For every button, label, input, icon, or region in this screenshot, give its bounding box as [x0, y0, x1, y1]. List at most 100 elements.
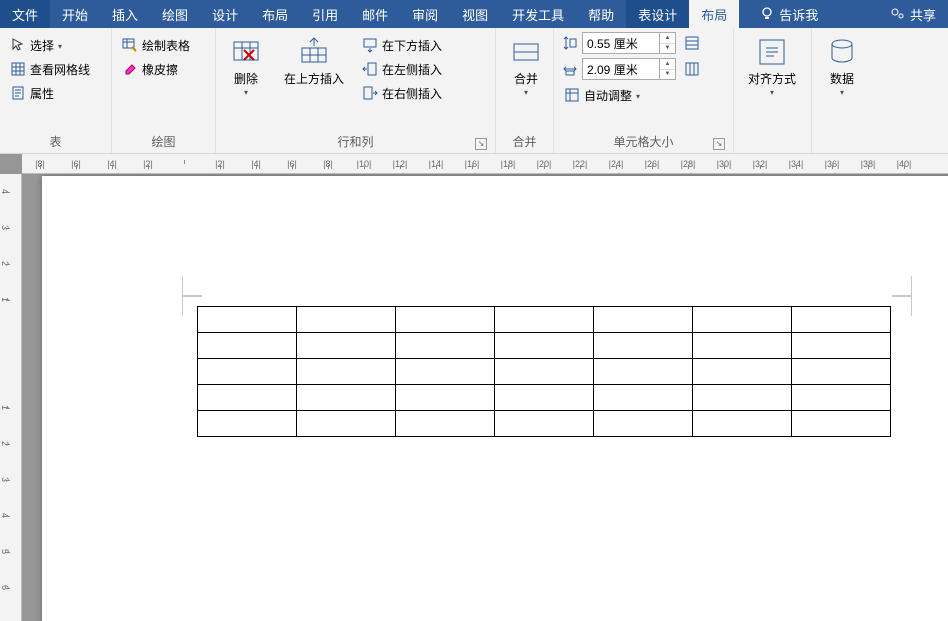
insert-right-button[interactable]: 在右侧插入 — [358, 82, 446, 104]
tab-insert[interactable]: 插入 — [100, 0, 150, 28]
ruler-tick: |26| — [634, 159, 670, 169]
table-cell[interactable] — [495, 333, 594, 359]
tell-me[interactable]: 告诉我 — [747, 0, 830, 28]
table-cell[interactable] — [693, 307, 792, 333]
table-cell[interactable] — [396, 333, 495, 359]
table-cell[interactable] — [792, 333, 891, 359]
col-width-spinner[interactable]: ▲▼ — [660, 58, 676, 80]
table-cell[interactable] — [396, 359, 495, 385]
tab-home[interactable]: 开始 — [50, 0, 100, 28]
table-row[interactable] — [198, 307, 891, 333]
autofit-button[interactable]: 自动调整 ▾ — [560, 84, 704, 106]
row-height-input[interactable]: 0.55 厘米 — [582, 32, 660, 54]
ruler-tick: 1 — [0, 282, 10, 318]
tab-table-design[interactable]: 表设计 — [626, 0, 689, 28]
spin-down-icon[interactable]: ▼ — [660, 44, 675, 54]
table-cell[interactable] — [495, 359, 594, 385]
table-cell[interactable] — [495, 411, 594, 437]
table-cell[interactable] — [198, 333, 297, 359]
table-cell[interactable] — [693, 385, 792, 411]
properties-button[interactable]: 属性 — [6, 82, 94, 104]
table-cell[interactable] — [495, 307, 594, 333]
table-cell[interactable] — [396, 411, 495, 437]
tab-developer[interactable]: 开发工具 — [500, 0, 576, 28]
table-cell[interactable] — [792, 385, 891, 411]
ruler-tick: 2 — [0, 426, 10, 462]
table-cell[interactable] — [198, 359, 297, 385]
table-cell[interactable] — [297, 411, 396, 437]
table-cell[interactable] — [198, 385, 297, 411]
table-cell[interactable] — [396, 385, 495, 411]
table-row[interactable] — [198, 411, 891, 437]
document-table[interactable] — [197, 306, 891, 437]
group-cell-size: 0.55 厘米 ▲▼ 2.09 厘米 ▲▼ 自动调整 ▾ 单元格大小↘ — [554, 28, 734, 153]
document-page[interactable] — [42, 176, 948, 621]
draw-table-button[interactable]: 绘制表格 — [118, 34, 194, 56]
tab-review[interactable]: 审阅 — [400, 0, 450, 28]
table-cell[interactable] — [594, 385, 693, 411]
share-button[interactable]: 共享 — [878, 0, 948, 28]
distribute-cols-button[interactable] — [682, 59, 702, 79]
delete-button[interactable]: 删除 ▾ — [222, 32, 270, 97]
tab-draw[interactable]: 绘图 — [150, 0, 200, 28]
merge-button[interactable]: 合并 ▾ — [502, 32, 550, 97]
table-cell[interactable] — [297, 385, 396, 411]
tab-table-layout[interactable]: 布局 — [689, 0, 739, 28]
insert-above-button[interactable]: 在上方插入 — [276, 32, 352, 86]
table-row[interactable] — [198, 333, 891, 359]
horizontal-ruler[interactable]: L |8||6||4||2||2||4||6||8||10||12||14||1… — [22, 154, 948, 174]
table-cell[interactable] — [297, 333, 396, 359]
table-cell[interactable] — [693, 333, 792, 359]
table-cell[interactable] — [693, 411, 792, 437]
page-area[interactable] — [22, 174, 948, 621]
col-width-input[interactable]: 2.09 厘米 — [582, 58, 660, 80]
table-cell[interactable] — [198, 307, 297, 333]
spin-up-icon[interactable]: ▲ — [660, 33, 675, 44]
alignment-button[interactable]: 对齐方式 ▾ — [740, 32, 804, 97]
table-cell[interactable] — [594, 411, 693, 437]
vertical-ruler[interactable]: 43211234567891011 — [0, 174, 22, 621]
table-cell[interactable] — [396, 307, 495, 333]
table-row[interactable] — [198, 385, 891, 411]
tab-file[interactable]: 文件 — [0, 0, 50, 28]
table-cell[interactable] — [792, 411, 891, 437]
table-cell[interactable] — [792, 307, 891, 333]
tab-help[interactable]: 帮助 — [576, 0, 626, 28]
chevron-down-icon: ▾ — [770, 88, 774, 97]
table-cell[interactable] — [594, 333, 693, 359]
table-cell[interactable] — [792, 359, 891, 385]
select-button[interactable]: 选择 ▾ — [6, 34, 94, 56]
tab-layout[interactable]: 布局 — [250, 0, 300, 28]
table-row[interactable] — [198, 359, 891, 385]
ruler-tick: |12| — [382, 159, 418, 169]
insert-below-button[interactable]: 在下方插入 — [358, 34, 446, 56]
workspace: L |8||6||4||2||2||4||6||8||10||12||14||1… — [0, 154, 948, 621]
table-cell[interactable] — [495, 385, 594, 411]
chevron-down-icon: ▾ — [636, 92, 640, 101]
insert-left-button[interactable]: 在左侧插入 — [358, 58, 446, 80]
table-cell[interactable] — [594, 307, 693, 333]
tab-references[interactable]: 引用 — [300, 0, 350, 28]
dialog-launcher-icon[interactable]: ↘ — [713, 138, 725, 150]
table-cell[interactable] — [297, 307, 396, 333]
spin-up-icon[interactable]: ▲ — [660, 59, 675, 70]
group-data-label — [818, 148, 872, 153]
eraser-label: 橡皮擦 — [142, 61, 178, 78]
table-cell[interactable] — [198, 411, 297, 437]
tab-mailings[interactable]: 邮件 — [350, 0, 400, 28]
eraser-button[interactable]: 橡皮擦 — [118, 58, 194, 80]
insert-right-icon — [362, 85, 378, 101]
tab-view[interactable]: 视图 — [450, 0, 500, 28]
table-cell[interactable] — [693, 359, 792, 385]
distribute-rows-button[interactable] — [682, 33, 702, 53]
table-cell[interactable] — [297, 359, 396, 385]
spin-down-icon[interactable]: ▼ — [660, 70, 675, 80]
table-cell[interactable] — [594, 359, 693, 385]
data-button[interactable]: 数据 ▾ — [818, 32, 866, 97]
row-height-spinner[interactable]: ▲▼ — [660, 32, 676, 54]
view-gridlines-button[interactable]: 查看网格线 — [6, 58, 94, 80]
ruler-tick: 3 — [0, 462, 10, 498]
tab-design[interactable]: 设计 — [200, 0, 250, 28]
merge-label: 合并 — [514, 72, 538, 86]
dialog-launcher-icon[interactable]: ↘ — [475, 138, 487, 150]
